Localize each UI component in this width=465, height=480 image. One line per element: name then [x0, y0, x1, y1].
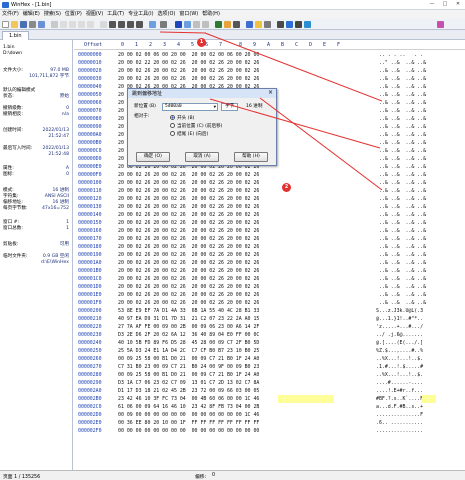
status-bar: 页面 1 / 135256 偏移: 0 [0, 470, 465, 480]
annotation-badge-2: 2 [282, 183, 291, 192]
annotation-badge-1: 1 [197, 38, 206, 47]
annotation-overlay [159, 31, 383, 191]
annotation-arrow-1b [159, 31, 207, 34]
annotation-arrow-2 [259, 97, 383, 191]
offset-value: 0 [212, 473, 216, 478]
annotation-arrow-1 [204, 32, 383, 102]
offset-label: 偏移: [195, 475, 207, 480]
page-indicator: 页面 1 / 135256 [3, 475, 41, 480]
annotation-arrow-3 [209, 98, 381, 149]
